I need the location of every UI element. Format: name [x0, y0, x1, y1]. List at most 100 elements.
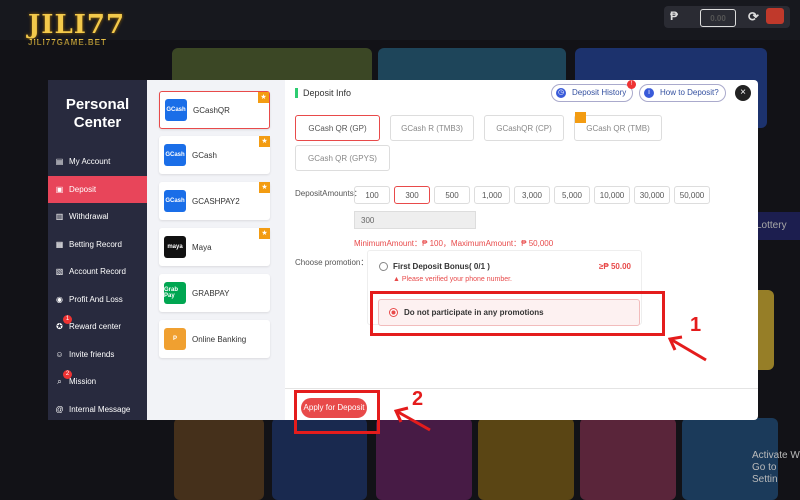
payment-method-grabpay[interactable]: Grab Pay GRABPAY [159, 274, 270, 312]
sidebar-item-betting-record[interactable]: ▦ Betting Record [48, 231, 147, 259]
account-icon: ▤ [55, 157, 64, 167]
amount-option[interactable]: 5,000 [554, 186, 590, 204]
currency-symbol: ₱ [670, 9, 679, 23]
sidebar-item-label: Invite friends [69, 349, 115, 359]
annotation-arrow-2 [393, 406, 431, 432]
deposit-icon: ▣ [55, 184, 64, 194]
payment-method-gcashqr[interactable]: GCash GCashQR ★ [159, 91, 270, 129]
amount-option[interactable]: 50,000 [674, 186, 710, 204]
message-icon: @ [55, 404, 64, 414]
sidebar-item-invite-friends[interactable]: ☺ Invite friends [48, 341, 147, 369]
star-icon: ★ [259, 182, 270, 193]
star-icon: ★ [258, 92, 269, 103]
account-record-icon: ▧ [55, 267, 64, 277]
withdrawal-icon: ▥ [55, 212, 64, 222]
annotation-box-2 [294, 390, 380, 434]
channel-option[interactable]: GCash QR (TMB) [574, 112, 662, 141]
sidebar-item-my-account[interactable]: ▤ My Account [48, 148, 147, 176]
amount-option[interactable]: 3,000 [514, 186, 550, 204]
notification-badge: 2 [63, 370, 72, 379]
star-icon: ★ [259, 228, 270, 239]
personal-center-modal: Personal Center ▤ My Account ▣ Deposit ▥ With… [48, 80, 758, 420]
mission-icon: ⌕ [57, 376, 62, 386]
balance-widget: ₱ 0.00 ⟳ [664, 6, 790, 28]
promotion-title: First Deposit Bonus( 0/1 ) [393, 262, 490, 271]
sidebar-item-account-record[interactable]: ▧ Account Record [48, 258, 147, 286]
promotion-warning: ▲ Please verified your phone number. [393, 276, 512, 283]
sidebar-item-label: Reward center [69, 322, 122, 332]
balance-amount: 0.00 [700, 9, 736, 27]
flag-icon[interactable] [766, 8, 784, 24]
payment-logo-icon: P [164, 328, 186, 350]
close-icon[interactable]: × [735, 85, 751, 101]
amount-input[interactable]: 300 [354, 211, 476, 229]
sidebar-item-label: Profit And Loss [69, 294, 123, 304]
payment-method-label: GCashQR [193, 105, 230, 115]
annotation-box-1 [370, 291, 665, 336]
annotation-arrow-1 [667, 335, 707, 362]
star-icon: ★ [259, 136, 270, 147]
amount-option[interactable]: 300 [394, 186, 430, 204]
amount-option[interactable]: 500 [434, 186, 470, 204]
amount-option[interactable]: 10,000 [594, 186, 630, 204]
notification-badge: 1 [63, 315, 72, 324]
amount-option[interactable]: 100 [354, 186, 390, 204]
channel-option[interactable]: GCash QR (GPYS) [295, 145, 390, 171]
deposit-info-title: Deposit Info [295, 88, 351, 98]
info-icon: i [644, 88, 654, 98]
star-icon [575, 112, 586, 123]
sidebar-item-label: Betting Record [69, 239, 122, 249]
deposit-history-button[interactable]: ◷ Deposit History ! [551, 80, 637, 102]
payment-method-label: GRABPAY [192, 288, 230, 298]
deposit-panel: Deposit Info ◷ Deposit History ! i How t… [285, 80, 758, 420]
amount-option[interactable]: 30,000 [634, 186, 670, 204]
sidebar-item-label: Withdrawal [69, 212, 109, 222]
history-icon: ◷ [556, 88, 566, 98]
sidebar-item-label: My Account [69, 157, 111, 167]
payment-method-gcash[interactable]: GCash GCash ★ [159, 136, 270, 174]
sidebar-item-label: Deposit [69, 184, 97, 194]
deposit-amounts-label: DepositAmounts： [295, 189, 362, 198]
sidebar-item-withdrawal[interactable]: ▥ Withdrawal [48, 203, 147, 231]
channel-option[interactable]: GCash QR (GP) [295, 115, 380, 141]
sidebar-item-reward-center[interactable]: ✪ Reward center 1 [48, 313, 147, 341]
payment-logo-icon: GCash [164, 144, 186, 166]
payment-method-gcashpay2[interactable]: GCash GCASHPAY2 ★ [159, 182, 270, 220]
channel-option[interactable]: GCash R (TMB3) [390, 115, 474, 141]
reward-icon: ✪ [56, 322, 63, 332]
sidebar-item-label: Internal Message [69, 404, 131, 414]
min-max-amount-text: MinimumAmount：₱ 100，MaximumAmount：₱ 50,0… [354, 239, 554, 248]
payment-logo-icon: GCash [164, 190, 186, 212]
payment-method-label: GCASHPAY2 [192, 196, 240, 206]
how-to-deposit-button[interactable]: i How to Deposit? [639, 84, 726, 102]
sidebar-item-profit-and-loss[interactable]: ◉ Profit And Loss [48, 286, 147, 314]
choose-promotion-label: Choose promotion： [295, 258, 369, 267]
payment-method-label: Online Banking [192, 334, 247, 344]
sidebar-item-label: Mission [69, 377, 97, 387]
history-badge: ! [627, 80, 637, 89]
sidebar-item-deposit[interactable]: ▣ Deposit [48, 175, 147, 203]
payment-methods-list: GCash GCashQR ★ GCash GCash ★ GCash GCASHPAY2 ★ m… [147, 80, 285, 420]
payment-method-label: GCash [192, 150, 217, 160]
amount-option[interactable]: 1,000 [474, 186, 510, 204]
payment-logo-icon: maya [164, 236, 186, 258]
refresh-icon[interactable]: ⟳ [748, 9, 759, 25]
payment-logo-icon: GCash [165, 99, 187, 121]
windows-activation-notice: Activate W Go to Settin [752, 450, 800, 485]
radio-button[interactable] [379, 262, 388, 271]
invite-icon: ☺ [55, 349, 64, 359]
sidebar-item-mission[interactable]: ⌕ Mission 2 [48, 368, 147, 396]
sidebar-item-internal-message[interactable]: @ Internal Message [48, 396, 147, 424]
payment-method-online-banking[interactable]: P Online Banking [159, 320, 270, 358]
payment-method-maya[interactable]: maya Maya ★ [159, 228, 270, 266]
profit-loss-icon: ◉ [56, 294, 63, 304]
channel-option[interactable]: GCashQR (CP) [484, 115, 564, 141]
personal-center-sidebar: Personal Center ▤ My Account ▣ Deposit ▥ With… [48, 80, 147, 420]
brand-name: JILI77 [28, 10, 126, 40]
promotion-amount: ≥₱ 50.00 [599, 262, 631, 271]
sidebar-item-label: Account Record [69, 267, 126, 277]
personal-center-title: Personal Center [65, 96, 130, 131]
payment-logo-icon: Grab Pay [164, 282, 186, 304]
divider [285, 388, 758, 389]
betting-record-icon: ▦ [55, 239, 64, 249]
